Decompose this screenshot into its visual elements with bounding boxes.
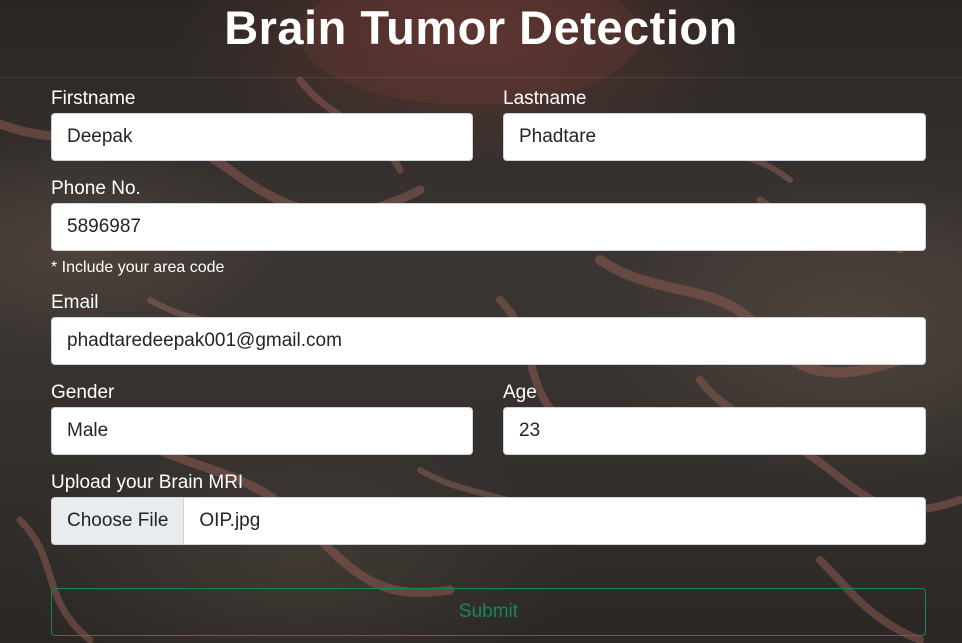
firstname-input[interactable] <box>51 113 473 161</box>
firstname-label: Firstname <box>51 88 136 109</box>
age-input[interactable] <box>503 407 926 455</box>
file-upload-input[interactable]: Choose File OIP.jpg <box>51 497 926 545</box>
choose-file-button[interactable]: Choose File <box>52 498 185 544</box>
submit-button[interactable]: Submit <box>51 588 926 636</box>
page-title: Brain Tumor Detection <box>224 1 738 54</box>
phone-label: Phone No. <box>51 178 141 199</box>
age-label: Age <box>503 382 537 403</box>
upload-label: Upload your Brain MRI <box>51 472 244 493</box>
selected-filename: OIP.jpg <box>199 510 261 531</box>
gender-input[interactable] <box>51 407 473 455</box>
phone-input[interactable] <box>51 203 926 251</box>
phone-hint: * Include your area code <box>51 259 225 276</box>
lastname-label: Lastname <box>503 88 587 109</box>
header-divider <box>0 77 962 78</box>
email-input[interactable] <box>51 317 926 365</box>
lastname-input[interactable] <box>503 113 926 161</box>
gender-label: Gender <box>51 382 115 403</box>
email-label: Email <box>51 292 99 313</box>
